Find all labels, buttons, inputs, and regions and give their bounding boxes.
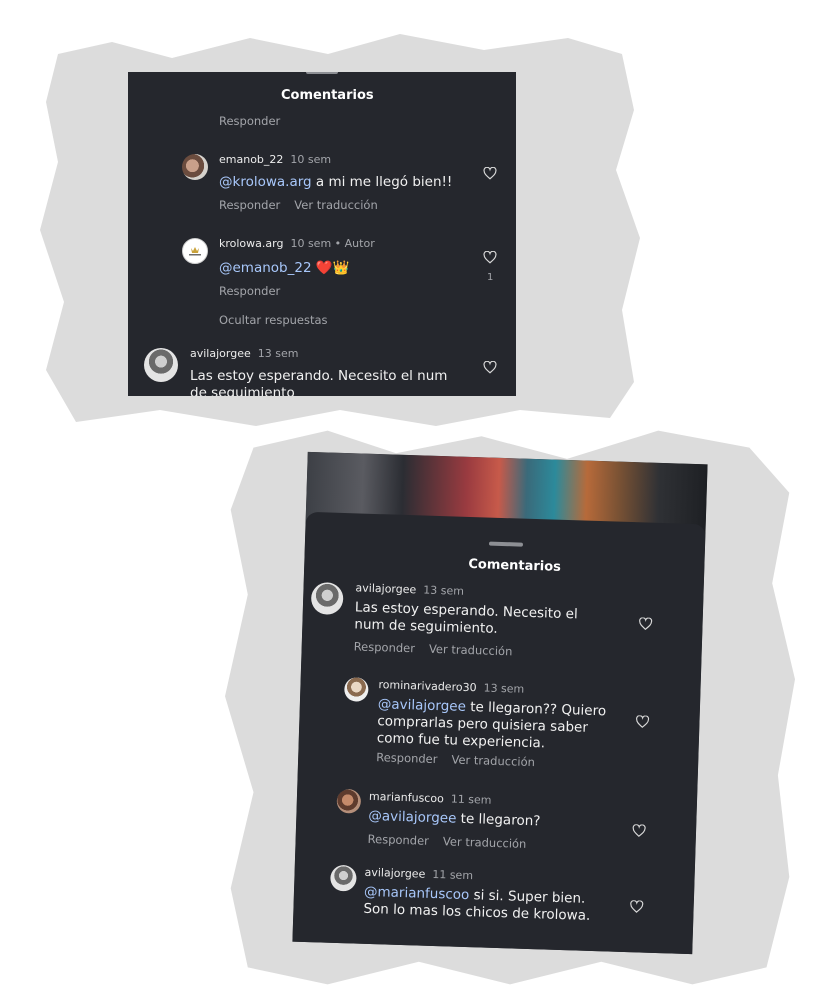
comment-username[interactable]: avilajorgee 13 sem (190, 347, 298, 360)
comment-text: Las estoy esperando. Necesito el num de … (190, 368, 448, 396)
reply-button[interactable]: Responder (219, 198, 280, 212)
author-badge: • Autor (334, 237, 375, 250)
comment-actions: Responder (219, 284, 294, 298)
drag-handle[interactable] (306, 72, 338, 74)
like-heart-icon[interactable] (632, 824, 646, 837)
like-heart-icon[interactable] (635, 715, 650, 728)
comment-username[interactable]: marianfuscoo 11 sem (369, 790, 492, 807)
reply-button[interactable]: Responder (219, 284, 280, 298)
user-avatar[interactable] (144, 348, 178, 382)
comments-screenshot-1: Comentarios Responder emanob_22 10 sem @… (128, 72, 516, 396)
comment-text: @emanob_22 ❤️👑 (219, 260, 350, 276)
like-heart-icon[interactable] (629, 900, 644, 913)
comment-text: @marianfuscoo si si. Super bien. Son lo … (363, 883, 591, 924)
comment-actions: Responder Ver traducción (353, 639, 526, 658)
reply-button[interactable]: Responder (219, 114, 294, 128)
user-avatar[interactable] (343, 677, 369, 702)
comment-username[interactable]: avilajorgee 11 sem (364, 866, 473, 882)
translate-button[interactable]: Ver traducción (294, 198, 377, 212)
krolowa-logo-avatar[interactable] (182, 238, 208, 264)
comments-sheet: Comentarios avilajorgee 13 sem Las estoy… (292, 511, 706, 955)
translate-button[interactable]: Ver traducción (451, 753, 535, 770)
comment-actions: Responder Ver traducción (219, 198, 392, 212)
translate-button[interactable]: Ver traducción (429, 642, 513, 659)
like-heart-icon[interactable] (638, 617, 653, 631)
mention-link[interactable]: @emanob_22 (219, 260, 312, 276)
mention-link[interactable]: @avilajorgee (368, 808, 457, 827)
comment-username[interactable]: rominarivadero30 13 sem (378, 678, 524, 696)
like-heart-icon[interactable] (483, 361, 497, 374)
reply-button[interactable]: Responder (353, 639, 415, 655)
mention-link[interactable]: @marianfuscoo (364, 884, 470, 903)
comment-actions: Responder Ver traducción (367, 832, 540, 851)
comment-username[interactable]: emanob_22 10 sem (219, 153, 331, 166)
translate-button[interactable]: Ver traducción (443, 834, 527, 851)
comments-screenshot-2: Comentarios avilajorgee 13 sem Las estoy… (292, 451, 708, 955)
comment-text: @avilajorgee te llegaron?? Quiero compra… (376, 696, 607, 752)
hide-replies-button[interactable]: Ocultar respuestas (219, 313, 342, 327)
like-heart-icon[interactable] (483, 251, 497, 264)
comment-actions: Responder Ver traducción (376, 750, 549, 769)
reply-button[interactable]: Responder (367, 832, 429, 848)
mention-link[interactable]: @krolowa.arg (219, 174, 312, 190)
reply-button[interactable]: Responder (376, 750, 438, 766)
comment-text: Las estoy esperando. Necesito el num de … (354, 599, 578, 637)
comment-username[interactable]: avilajorgee 13 sem (355, 581, 464, 597)
comments-title: Comentarios (468, 556, 562, 575)
comment-text: @krolowa.arg a mi me llegó bien!! (219, 174, 453, 190)
like-count: 1 (487, 272, 494, 283)
like-heart-icon[interactable] (483, 167, 497, 180)
user-avatar[interactable] (182, 154, 208, 180)
comment-text: @avilajorgee te llegaron? (368, 807, 541, 830)
user-avatar[interactable] (310, 582, 344, 616)
comment-username[interactable]: krolowa.arg 10 sem • Autor (219, 237, 375, 250)
mention-link[interactable]: @avilajorgee (378, 696, 467, 715)
drag-handle[interactable] (488, 541, 524, 547)
user-avatar[interactable] (336, 788, 362, 814)
comments-title: Comentarios (281, 88, 374, 103)
user-avatar[interactable] (330, 864, 357, 892)
